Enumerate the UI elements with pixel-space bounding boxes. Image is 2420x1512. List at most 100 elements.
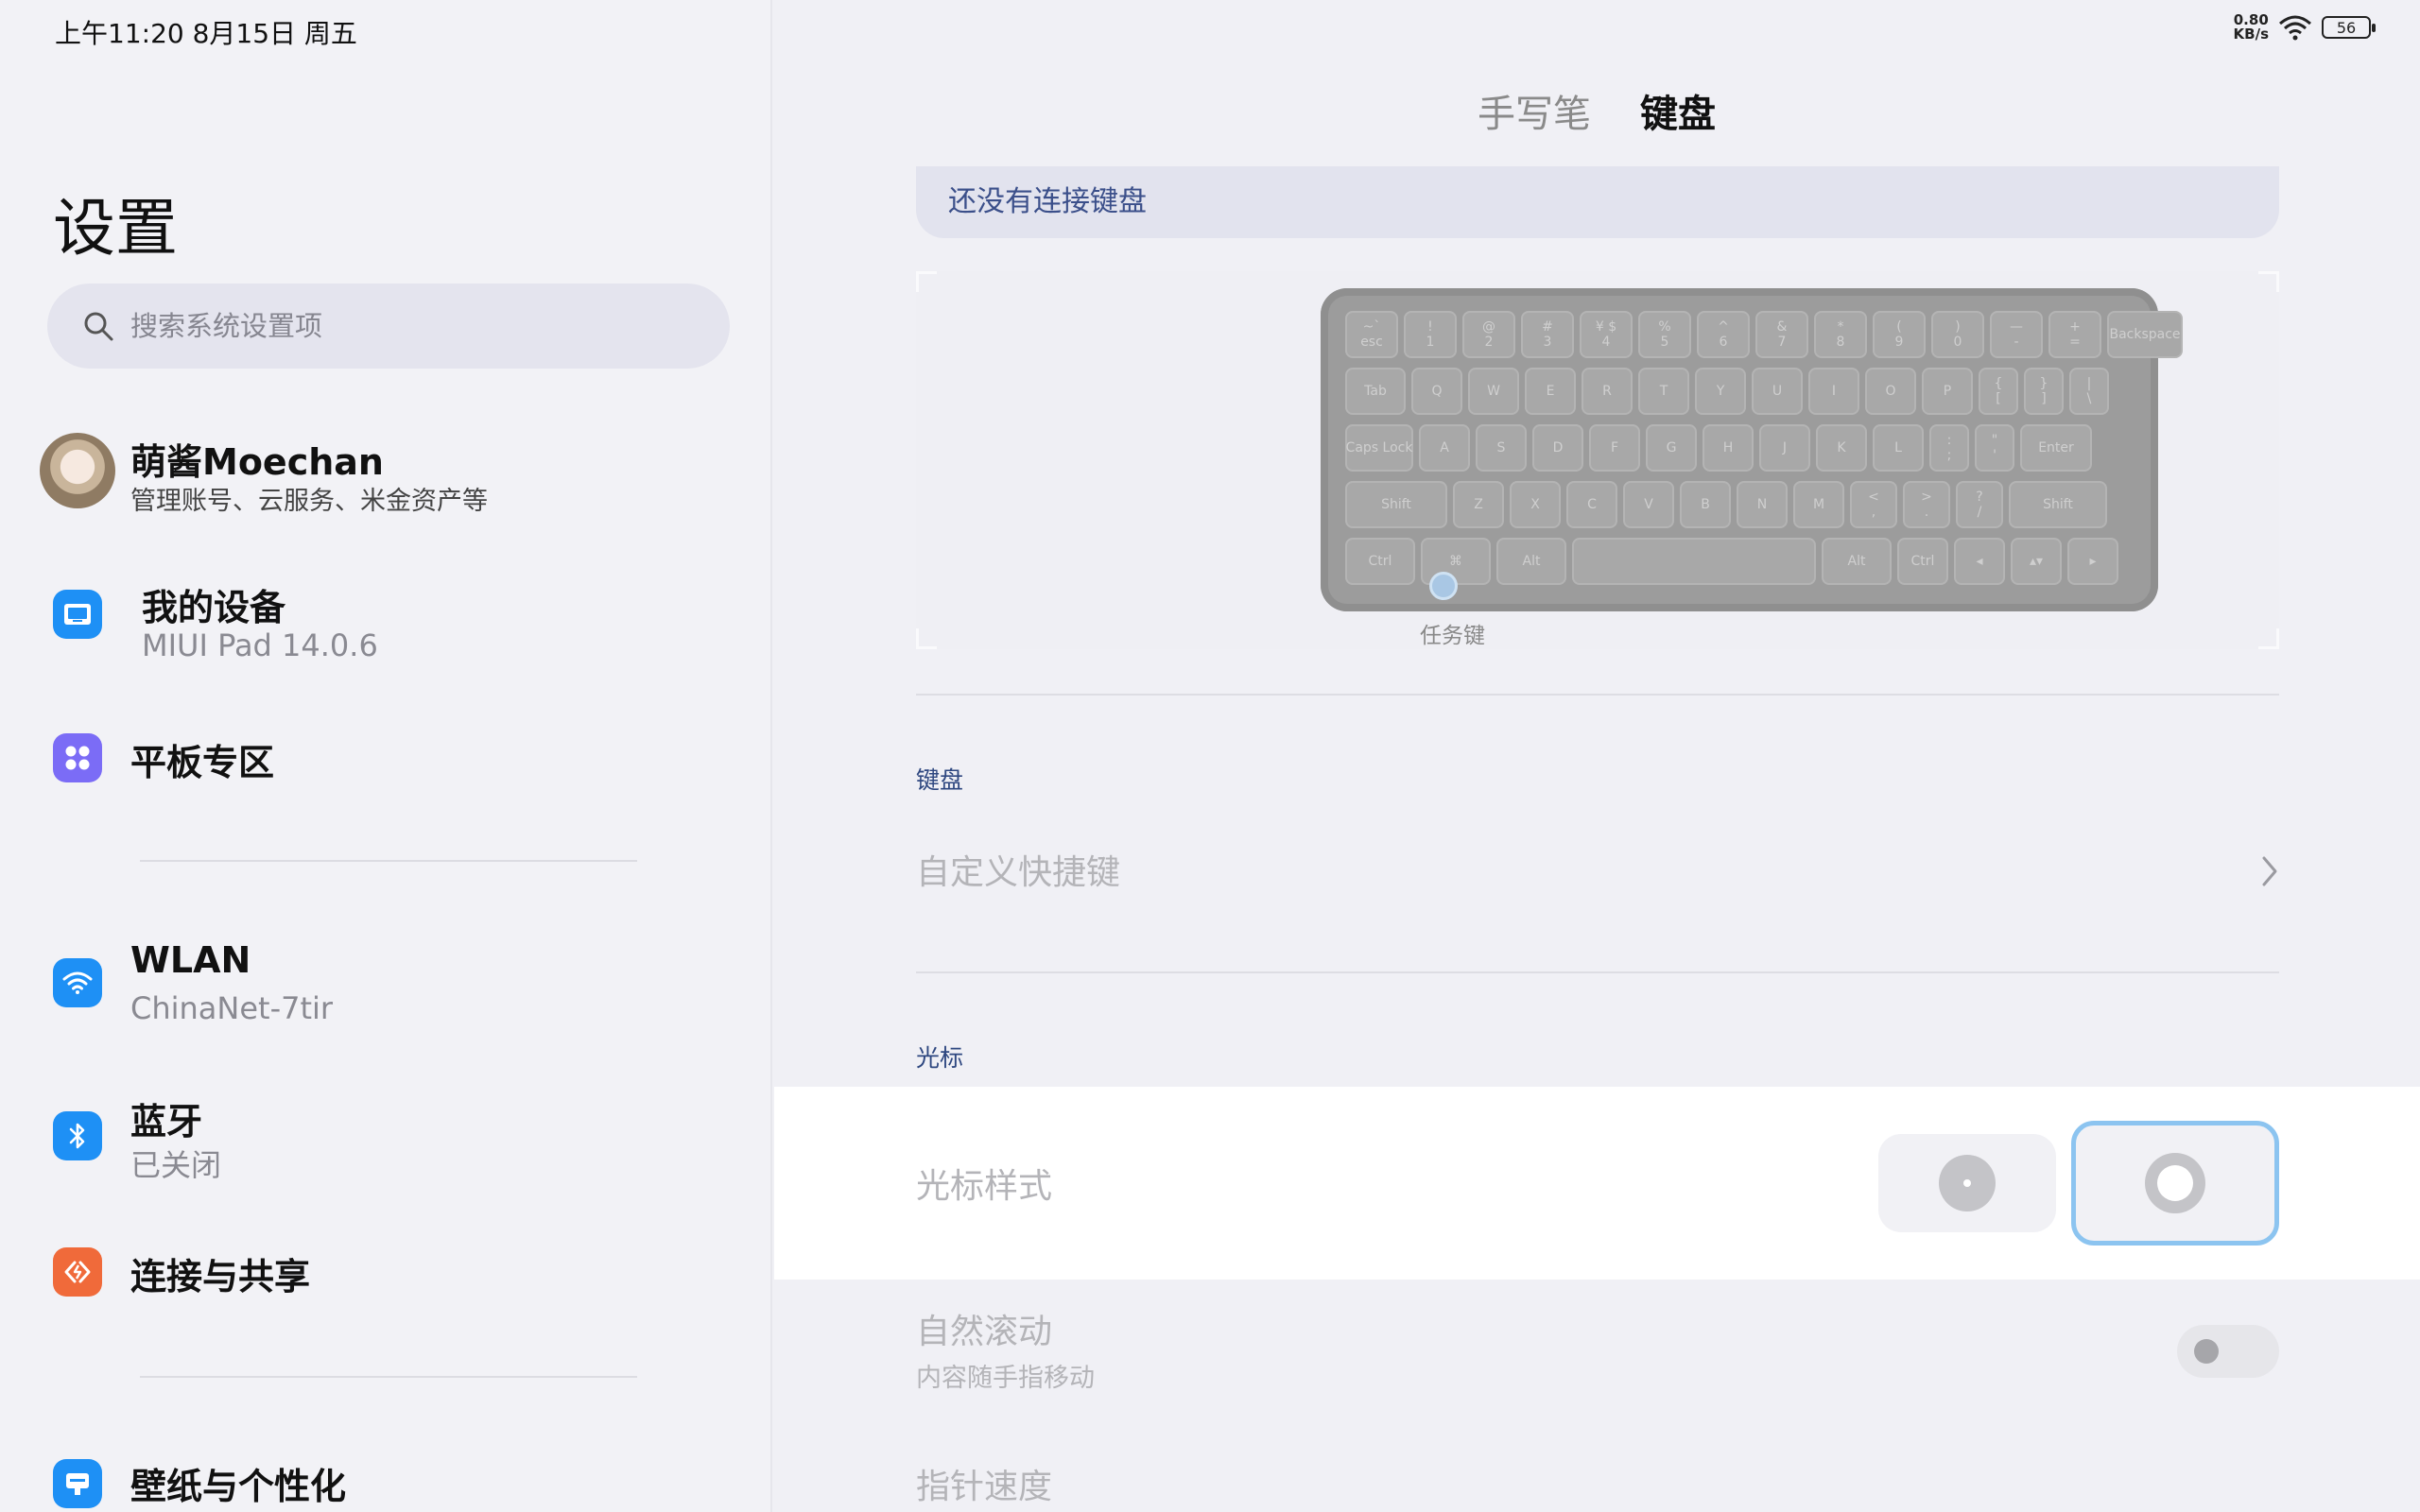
keyboard-key: E — [1525, 368, 1576, 415]
keyboard-key: " ' — [1975, 424, 2014, 472]
sidebar-item-wallpaper[interactable]: 壁纸与个性化 — [53, 1457, 752, 1512]
corner-decoration — [916, 628, 937, 649]
sidebar-item-subtitle: ChinaNet-7tir — [130, 990, 334, 1026]
keyboard-key: # 3 — [1521, 311, 1574, 358]
keyboard-key: ¥ $ 4 — [1580, 311, 1633, 358]
corner-decoration — [916, 271, 937, 292]
keyboard-key: Y — [1695, 368, 1746, 415]
cursor-option-dot[interactable] — [1878, 1134, 2056, 1232]
keyboard-key: I — [1808, 368, 1859, 415]
keyboard-key: ◂ — [1954, 538, 2005, 585]
keyboard-settings-pane: 0.80 KB/s 56 手写笔 键盘 还没有连接键盘 ~` esc! 1 @ 2… — [774, 0, 2420, 1512]
sidebar-item-wlan[interactable]: WLAN ChinaNet-7tir — [53, 939, 752, 1034]
keyboard-key: Enter — [2020, 424, 2092, 472]
sidebar-item-bluetooth[interactable]: 蓝牙 已关闭 — [53, 1092, 752, 1187]
keyboard-key: Z — [1453, 481, 1504, 528]
keyboard-key: T — [1638, 368, 1689, 415]
keyboard-key: M — [1793, 481, 1844, 528]
search-bar[interactable] — [47, 284, 730, 369]
keyboard-key: V — [1623, 481, 1674, 528]
keyboard-key: > . — [1903, 481, 1950, 528]
battery-icon: 56 — [2322, 16, 2376, 39]
sidebar-item-label: 平板专区 — [130, 742, 275, 783]
keyboard-key: G — [1646, 424, 1697, 472]
cursor-option-ring[interactable] — [2071, 1121, 2279, 1246]
natural-scroll-subtitle: 内容随手指移动 — [916, 1364, 1095, 1393]
wifi-icon — [53, 958, 102, 1007]
task-key-label: 任务键 — [1420, 624, 1485, 648]
keyboard-key: ^ 6 — [1697, 311, 1750, 358]
keyboard-key: Ctrl — [1897, 538, 1948, 585]
bluetooth-icon — [53, 1111, 102, 1160]
keyboard-key: L — [1873, 424, 1924, 472]
keyboard-row: Tab Q W E R T Y U I O P{ [} ] | \ — [1345, 368, 2109, 415]
account-subtitle: 管理账号、云服务、米金资产等 — [130, 487, 488, 516]
apps-grid-icon — [53, 733, 102, 782]
natural-scroll-toggle[interactable] — [2177, 1325, 2279, 1378]
share-icon — [53, 1247, 102, 1297]
keyboard-key: ▸ — [2067, 538, 2118, 585]
keyboard-image: ~` esc! 1 @ 2 # 3 ¥ $ 4% 5 ^ 6 & 7 * 8( 9) 0— … — [1321, 288, 2183, 611]
search-icon — [84, 312, 113, 341]
banner-text: 还没有连接键盘 — [948, 185, 1147, 218]
keyboard-key: U — [1752, 368, 1803, 415]
divider — [916, 694, 2279, 696]
keyboard-key: S — [1476, 424, 1527, 472]
keyboard-key: ! 1 — [1404, 311, 1457, 358]
keyboard-key: W — [1468, 368, 1519, 415]
sidebar-item-label: 我的设备 — [142, 587, 286, 628]
keyboard-key: F — [1589, 424, 1640, 472]
divider — [916, 971, 2279, 973]
corner-decoration — [2258, 271, 2279, 292]
keyboard-key: C — [1566, 481, 1617, 528]
keyboard-key: { [ — [1979, 368, 2018, 415]
pointer-speed-label[interactable]: 指针速度 — [916, 1459, 1052, 1508]
status-time-date: 上午11:20 8月15日 周五 — [55, 18, 357, 49]
tablet-icon — [53, 590, 102, 639]
network-speed: 0.80 KB/s — [2233, 11, 2269, 43]
section-label-cursor: 光标 — [916, 1044, 964, 1072]
keyboard-key: Shift — [1345, 481, 1447, 528]
search-input[interactable] — [130, 284, 698, 369]
keyboard-key: A — [1419, 424, 1470, 472]
keyboard-key: } ] — [2024, 368, 2064, 415]
keyboard-key: Q — [1411, 368, 1462, 415]
keyboard-key: J — [1759, 424, 1810, 472]
keyboard-key: @ 2 — [1462, 311, 1515, 358]
keyboard-key — [1572, 538, 1816, 585]
keyboard-row: Shift Z X C V B N M < , > .? / Shift — [1345, 481, 2107, 528]
keyboard-key: ( 9 — [1873, 311, 1926, 358]
sidebar-item-tablet-zone[interactable]: 平板专区 — [53, 733, 752, 801]
status-icons: 0.80 KB/s 56 — [2233, 11, 2376, 43]
natural-scroll-label: 自然滚动 — [916, 1313, 1053, 1351]
custom-shortcuts-row[interactable]: 自定义快捷键 — [916, 832, 2279, 907]
account-row[interactable]: 萌酱Moechan 管理账号、云服务、米金资产等 — [40, 431, 739, 516]
sidebar-item-my-device[interactable]: 我的设备 MIUI Pad 14.0.6 — [53, 578, 752, 682]
keyboard-row: ~` esc! 1 @ 2 # 3 ¥ $ 4% 5 ^ 6 & 7 * 8( 9) 0— … — [1345, 311, 2183, 358]
keyboard-key: — - — [1990, 311, 2043, 358]
custom-shortcuts-label: 自定义快捷键 — [916, 853, 1121, 892]
keyboard-key: & 7 — [1755, 311, 1808, 358]
settings-sidebar: 上午11:20 8月15日 周五 设置 萌酱Moechan 管理账号、云服务、米… — [0, 0, 772, 1512]
keyboard-key: ▴▾ — [2011, 538, 2062, 585]
cursor-style-row: 光标样式 — [774, 1087, 2420, 1280]
tab-keyboard[interactable]: 键盘 — [1640, 83, 1716, 138]
keyboard-key: + = — [2048, 311, 2101, 358]
keyboard-key: R — [1582, 368, 1633, 415]
sidebar-item-label: 连接与共享 — [130, 1256, 311, 1297]
toggle-knob — [2194, 1339, 2219, 1364]
sidebar-item-label: 蓝牙 — [130, 1101, 203, 1143]
tab-bar: 手写笔 键盘 — [1478, 83, 1716, 138]
keyboard-key: Backspace — [2107, 311, 2183, 358]
tab-stylus[interactable]: 手写笔 — [1478, 83, 1591, 138]
account-name: 萌酱Moechan — [130, 441, 384, 483]
natural-scroll-row[interactable]: 自然滚动 内容随手指移动 — [916, 1304, 2279, 1399]
keyboard-key: Alt — [1822, 538, 1892, 585]
keyboard-key: Ctrl — [1345, 538, 1415, 585]
no-keyboard-banner: 还没有连接键盘 — [916, 166, 2279, 238]
divider — [140, 860, 637, 862]
keyboard-key: D — [1532, 424, 1583, 472]
keyboard-illustration: ~` esc! 1 @ 2 # 3 ¥ $ 4% 5 ^ 6 & 7 * 8( 9) 0— … — [916, 271, 2279, 649]
sidebar-item-connection-sharing[interactable]: 连接与共享 — [53, 1247, 752, 1315]
task-key-marker — [1429, 572, 1458, 600]
